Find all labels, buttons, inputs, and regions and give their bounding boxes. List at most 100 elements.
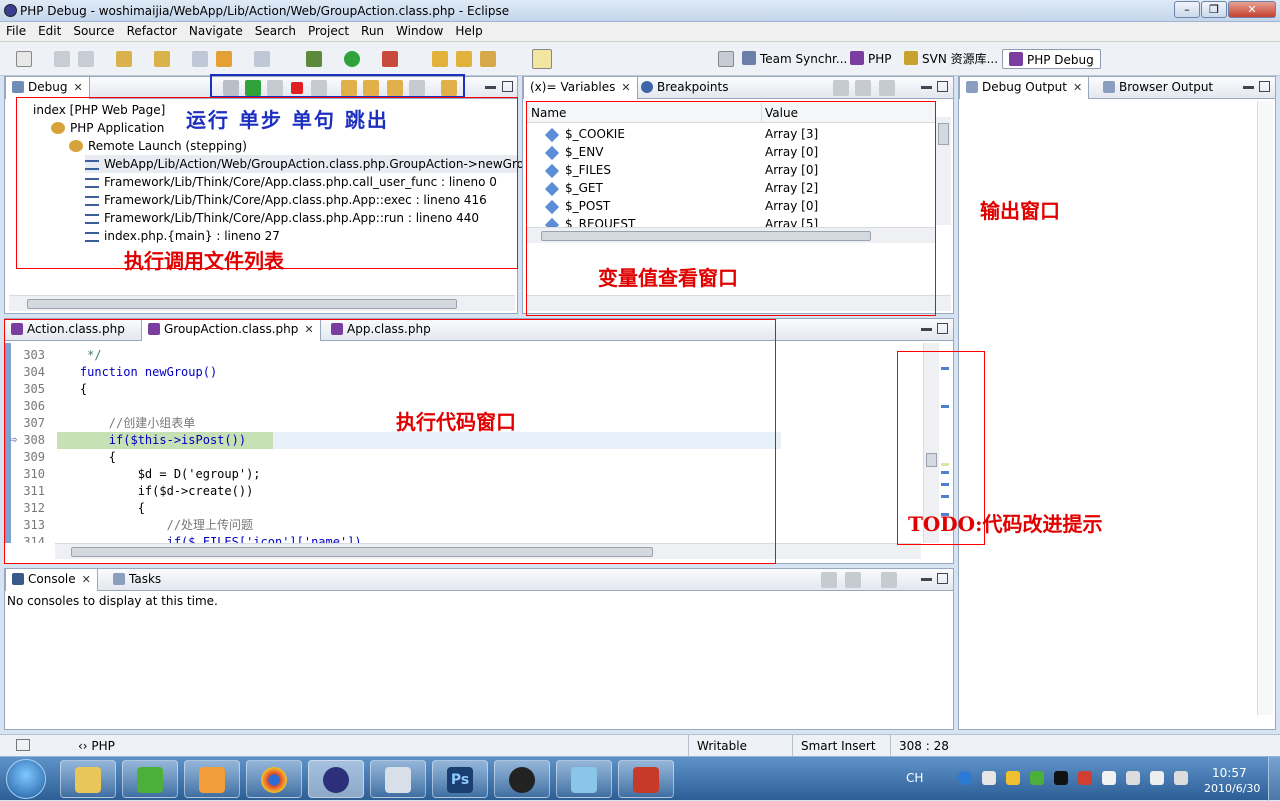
maximize-view-icon[interactable]	[937, 81, 948, 92]
fast-view-icon[interactable]	[16, 739, 30, 751]
taskbar-photoshop[interactable]: Ps	[432, 760, 488, 798]
variables-icon: (x)=	[530, 80, 557, 94]
new-icon[interactable]	[16, 51, 32, 67]
pin-console-icon[interactable]	[821, 572, 837, 588]
qq-tray-icon[interactable]	[1006, 771, 1020, 785]
tray-icon[interactable]	[1078, 771, 1092, 785]
tab-debug-output[interactable]: Debug Output ✕	[959, 77, 1090, 99]
tab-variables[interactable]: (x)= Variables ✕	[523, 77, 638, 99]
open-perspective-icon[interactable]	[718, 51, 734, 67]
minimize-view-icon[interactable]	[921, 578, 932, 581]
perspective-php-debug[interactable]: PHP Debug	[1002, 49, 1101, 69]
taskbar-network[interactable]	[370, 760, 426, 798]
taskbar-eclipse[interactable]	[308, 760, 364, 798]
minimize-view-icon[interactable]	[921, 328, 932, 331]
close-icon[interactable]: ✕	[82, 573, 91, 586]
save-icon[interactable]	[54, 51, 70, 67]
notepad-icon	[571, 767, 597, 793]
network-tray-icon[interactable]	[1126, 771, 1140, 785]
minimize-view-icon[interactable]	[1243, 86, 1254, 89]
minimize-view-icon[interactable]	[485, 86, 496, 89]
forward-icon[interactable]	[254, 51, 270, 67]
menu-project[interactable]: Project	[302, 22, 355, 40]
signal-tray-icon[interactable]	[1150, 771, 1164, 785]
minimize-view-icon[interactable]	[921, 86, 932, 89]
collapse-all-icon[interactable]	[879, 80, 895, 96]
menu-search[interactable]: Search	[249, 22, 302, 40]
previous-icon[interactable]	[216, 51, 232, 67]
menu-edit[interactable]: Edit	[32, 22, 67, 40]
cloud-tray-icon[interactable]	[982, 771, 996, 785]
flag-tray-icon[interactable]	[1102, 771, 1116, 785]
clock-date[interactable]: 2010/6/30	[1204, 782, 1260, 795]
tab-console[interactable]: Console ✕	[5, 569, 98, 591]
menu-source[interactable]: Source	[67, 22, 120, 40]
start-button[interactable]	[6, 759, 46, 799]
maximize-view-icon[interactable]	[502, 81, 513, 92]
show-type-icon[interactable]	[833, 80, 849, 96]
run-icon[interactable]	[344, 51, 360, 67]
build-icon[interactable]	[116, 51, 132, 67]
close-icon[interactable]: ✕	[621, 81, 630, 94]
help-tray-icon[interactable]	[958, 771, 972, 785]
navigate-icon[interactable]	[154, 51, 170, 67]
taskbar-editor[interactable]	[556, 760, 612, 798]
maximize-view-icon[interactable]	[1259, 81, 1270, 92]
taskbar-qq[interactable]	[494, 760, 550, 798]
show-logical-icon[interactable]	[855, 80, 871, 96]
clock-time[interactable]: 10:57	[1212, 766, 1247, 780]
tray-icon[interactable]	[1030, 771, 1044, 785]
annotation-icon[interactable]	[532, 49, 552, 69]
browser-output-icon	[1103, 81, 1115, 93]
show-desktop-button[interactable]	[1268, 757, 1280, 801]
tab-breakpoints[interactable]: Breakpoints	[635, 77, 734, 99]
perspective-svn[interactable]: SVN 资源库...	[904, 49, 998, 69]
open-folder-icon[interactable]	[432, 51, 448, 67]
close-icon[interactable]: ✕	[73, 81, 82, 94]
status-writable: Writable	[688, 735, 792, 757]
tab-browser-output[interactable]: Browser Output	[1097, 77, 1219, 99]
menu-navigate[interactable]: Navigate	[183, 22, 249, 40]
external-tools-icon[interactable]	[382, 51, 398, 67]
maximize-view-icon[interactable]	[937, 323, 948, 334]
breakpoints-icon	[641, 81, 653, 93]
input-language[interactable]: CH	[906, 771, 923, 785]
taskbar-chrome[interactable]	[246, 760, 302, 798]
output-vscroll[interactable]	[1257, 101, 1273, 715]
tab-debug[interactable]: Debug ✕	[5, 77, 90, 99]
console-message: No consoles to display at this time.	[7, 594, 218, 608]
print-icon[interactable]	[78, 51, 94, 67]
tab-tasks[interactable]: Tasks	[107, 569, 167, 591]
restore-button[interactable]: ❐	[1201, 1, 1227, 18]
maximize-view-icon[interactable]	[937, 573, 948, 584]
taskbar-parrot[interactable]	[122, 760, 178, 798]
perspective-php[interactable]: PHP	[850, 49, 892, 69]
menu-run[interactable]: Run	[355, 22, 390, 40]
back-icon[interactable]	[192, 51, 208, 67]
display-console-icon[interactable]	[845, 572, 861, 588]
tray-icon[interactable]	[1054, 771, 1068, 785]
volume-tray-icon[interactable]	[1174, 771, 1188, 785]
scroll-thumb[interactable]	[27, 299, 457, 309]
minimize-button[interactable]: –	[1174, 1, 1200, 18]
taskbar-app[interactable]	[184, 760, 240, 798]
menu-file[interactable]: File	[0, 22, 32, 40]
menu-window[interactable]: Window	[390, 22, 449, 40]
main-toolbar: Team Synchr... PHP SVN 资源库... PHP Debug	[0, 42, 1280, 76]
close-icon[interactable]: ✕	[1073, 81, 1082, 94]
taskbar-pdf[interactable]	[618, 760, 674, 798]
annotation-controls: 运行 单步 单句 跳出	[186, 108, 389, 132]
open-console-icon[interactable]	[881, 572, 897, 588]
close-button[interactable]: ✕	[1228, 1, 1276, 18]
open-project-icon[interactable]	[456, 51, 472, 67]
perspective-team[interactable]: Team Synchr...	[742, 49, 847, 69]
svn-icon	[904, 51, 918, 65]
menu-refactor[interactable]: Refactor	[121, 22, 183, 40]
menu-help[interactable]: Help	[449, 22, 488, 40]
debug-hscroll[interactable]	[9, 295, 515, 311]
search-icon[interactable]	[480, 51, 496, 67]
variables-vscroll[interactable]	[935, 117, 951, 225]
scroll-thumb[interactable]	[938, 123, 949, 145]
debug-run-icon[interactable]	[306, 51, 322, 67]
taskbar-explorer[interactable]	[60, 760, 116, 798]
